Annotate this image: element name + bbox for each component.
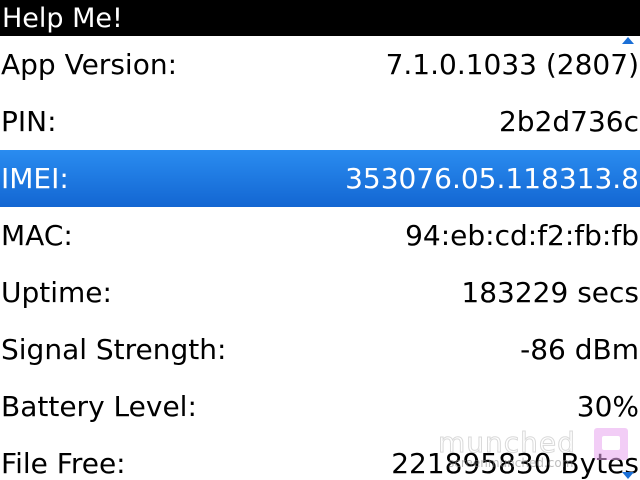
- row-imei[interactable]: IMEI: 353076.05.118313.8: [0, 150, 640, 207]
- row-label: MAC:: [1, 219, 73, 252]
- row-pin[interactable]: PIN: 2b2d736c: [0, 93, 640, 150]
- row-label: Battery Level:: [1, 390, 197, 423]
- row-file-free[interactable]: File Free: 221895830 Bytes: [0, 435, 640, 480]
- row-mac[interactable]: MAC: 94:eb:cd:f2:fb:fb: [0, 207, 640, 264]
- scroll-down-icon[interactable]: [622, 472, 634, 479]
- row-signal-strength[interactable]: Signal Strength: -86 dBm: [0, 321, 640, 378]
- row-uptime[interactable]: Uptime: 183229 secs: [0, 264, 640, 321]
- row-label: App Version:: [1, 48, 177, 81]
- info-list: App Version: 7.1.0.1033 (2807) PIN: 2b2d…: [0, 36, 640, 480]
- row-label: File Free:: [1, 447, 126, 480]
- row-value: 353076.05.118313.8: [345, 162, 639, 195]
- row-value: 94:eb:cd:f2:fb:fb: [405, 219, 639, 252]
- help-me-screen: Help Me! App Version: 7.1.0.1033 (2807) …: [0, 0, 640, 480]
- row-value: -86 dBm: [520, 333, 639, 366]
- row-app-version[interactable]: App Version: 7.1.0.1033 (2807): [0, 36, 640, 93]
- row-label: IMEI:: [1, 162, 69, 195]
- row-label: Uptime:: [1, 276, 112, 309]
- row-value: 30%: [576, 390, 639, 423]
- title-bar: Help Me!: [0, 0, 640, 36]
- row-label: Signal Strength:: [1, 333, 227, 366]
- row-value: 183229 secs: [461, 276, 639, 309]
- screen-title: Help Me!: [2, 3, 123, 34]
- row-battery-level[interactable]: Battery Level: 30%: [0, 378, 640, 435]
- row-value: 2b2d736c: [498, 105, 639, 138]
- row-value: 7.1.0.1033 (2807): [385, 48, 639, 81]
- row-label: PIN:: [1, 105, 57, 138]
- row-value: 221895830 Bytes: [391, 447, 639, 480]
